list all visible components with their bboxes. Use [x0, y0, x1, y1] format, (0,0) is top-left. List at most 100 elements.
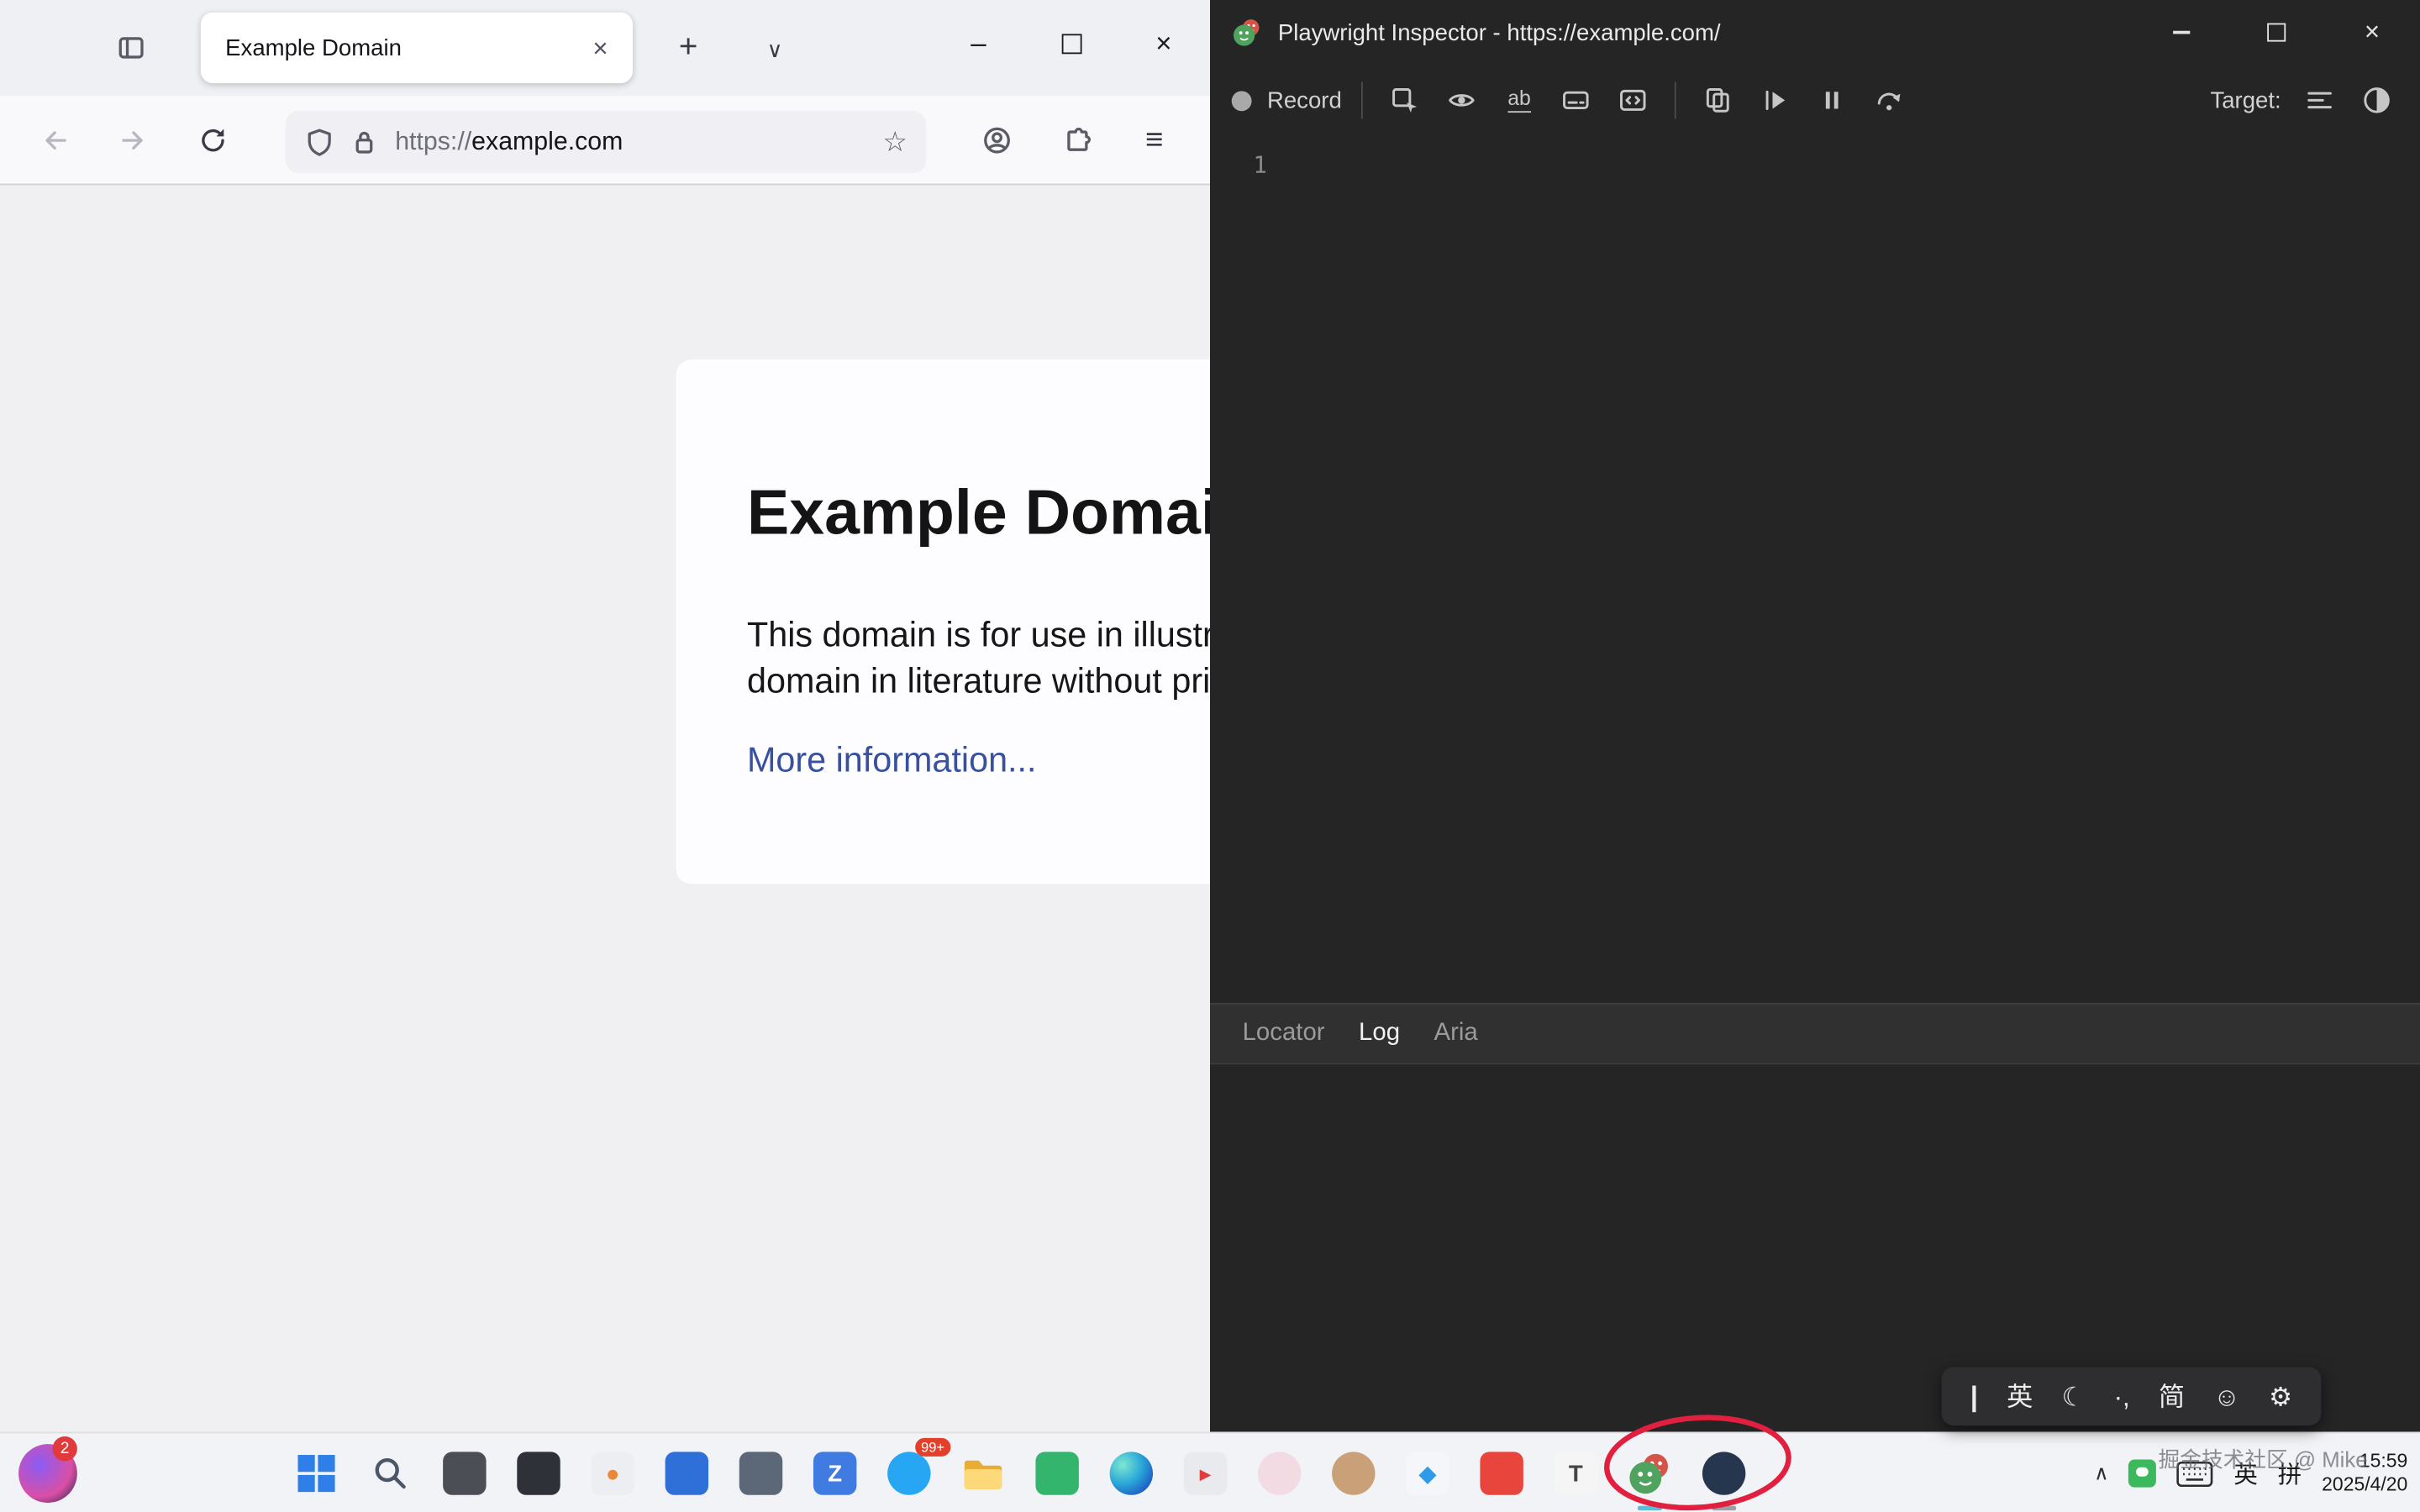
tab-title: Example Domain [225, 34, 587, 60]
inspector-title-bar[interactable]: Playwright Inspector - https://example.c… [1210, 0, 2420, 65]
more-information-link[interactable]: More information... [747, 741, 1037, 781]
example-domain-card: Example Domain This domain is for use in… [676, 360, 1210, 884]
taskbar-icon-app-chat[interactable]: 99+ [878, 1442, 939, 1504]
close-button[interactable]: × [1118, 0, 1210, 87]
assert-value-button[interactable] [1555, 79, 1597, 122]
list-all-tabs-button[interactable]: ∨ [751, 26, 797, 72]
ime-lang-english[interactable]: 英 [2007, 1383, 2033, 1410]
taskbar-icon-app-navy-circle[interactable] [1693, 1442, 1754, 1504]
extensions-puzzle-icon [1062, 125, 1093, 156]
pick-locator-button[interactable] [1383, 79, 1426, 122]
maximize-button[interactable] [1025, 0, 1118, 87]
taskbar-icon-start[interactable] [286, 1442, 347, 1504]
taskbar: 2 ●Z99+▸◆T ∧ 英 拼 15:59 2025/4/20 掘金技术社区 … [0, 1431, 2420, 1512]
taskbar-icon-app-red[interactable] [1470, 1442, 1532, 1504]
taskbar-icon-app-blue-z[interactable]: Z [804, 1442, 865, 1504]
browser-tab[interactable]: Example Domain × [201, 13, 633, 83]
ime-emoji-icon[interactable]: ☺ [2213, 1383, 2240, 1410]
tray-messaging-icon[interactable] [2129, 1460, 2157, 1488]
taskbar-icon-app-dark[interactable] [508, 1442, 569, 1504]
taskbar-icon-app-player[interactable]: ▸ [1175, 1442, 1236, 1504]
back-button[interactable] [34, 118, 76, 161]
windows-logo-icon [297, 1455, 335, 1493]
record-button[interactable]: Record [1232, 87, 1342, 113]
ime-caret[interactable]: | [1970, 1383, 1978, 1410]
copy-button[interactable] [1697, 79, 1739, 122]
page-heading: Example Domain [747, 477, 1210, 549]
taskbar-icon-app-gray[interactable] [434, 1442, 495, 1504]
account-button[interactable] [976, 118, 1018, 161]
taskbar-icon-playwright[interactable] [1619, 1442, 1681, 1504]
tray-language-pinyin[interactable]: 拼 [2278, 1457, 2302, 1490]
system-tray: ∧ 英 拼 15:59 2025/4/20 [2094, 1433, 2407, 1512]
inspector-source-area[interactable]: 1 [1210, 136, 2420, 1003]
taskbar-icon-file-explorer[interactable] [952, 1442, 1013, 1504]
inspector-title: Playwright Inspector - https://example.c… [1278, 19, 1721, 45]
url-bar[interactable]: https://example.com ☆ [286, 111, 926, 172]
assert-visibility-button[interactable] [1440, 79, 1483, 122]
ime-settings-gear-icon[interactable]: ⚙ [2269, 1383, 2292, 1410]
back-arrow-icon [40, 125, 71, 156]
lock-icon[interactable] [349, 127, 380, 158]
taskbar-icon-app-blue-calendar[interactable] [656, 1442, 718, 1504]
assert-text-button[interactable]: ab [1497, 79, 1540, 122]
edge-browser-icon [1110, 1452, 1153, 1494]
inspector-minimize-button[interactable] [2133, 0, 2228, 65]
inspector-close-button[interactable]: × [2324, 0, 2420, 65]
ime-punctuation-icon[interactable]: ·, [2114, 1383, 2130, 1410]
tray-chevron-up-icon[interactable]: ∧ [2094, 1461, 2108, 1485]
target-language-button[interactable] [2298, 79, 2341, 122]
app-navy-circle-icon [1702, 1452, 1745, 1494]
assert-snapshot-button[interactable] [1612, 79, 1655, 122]
taskbar-icon-app-tan[interactable] [1323, 1442, 1384, 1504]
app-dark-icon [517, 1452, 560, 1494]
taskbar-icon-app-slate[interactable] [730, 1442, 792, 1504]
taskbar-icon-app-white-blue[interactable]: ◆ [1397, 1442, 1458, 1504]
playwright-masks-icon [1627, 1451, 1673, 1497]
resume-button[interactable] [1754, 79, 1797, 122]
taskbar-icon-app-cat-light[interactable] [1249, 1442, 1310, 1504]
taskbar-icon-edge[interactable] [1101, 1442, 1162, 1504]
pause-button[interactable] [1811, 79, 1854, 122]
tab-aria[interactable]: Aria [1417, 1020, 1495, 1047]
tab-log[interactable]: Log [1342, 1020, 1417, 1047]
minimize-button[interactable]: – [932, 0, 1024, 87]
extensions-button[interactable] [1055, 118, 1098, 161]
app-white-blue-icon: ◆ [1406, 1452, 1449, 1494]
running-app-indicator [1638, 1506, 1662, 1511]
firefox-tab-strip: Example Domain × + ∨ – × [0, 0, 1210, 97]
inspector-toolbar: Record ab [1210, 65, 2420, 135]
step-over-button[interactable] [1868, 79, 1911, 122]
forward-button[interactable] [111, 118, 154, 161]
value-box-icon [1561, 85, 1592, 116]
ime-halfwidth-moon-icon[interactable]: ☾ [2061, 1383, 2085, 1410]
theme-toggle-button[interactable] [2355, 79, 2398, 122]
taskbar-icon-typora[interactable]: T [1545, 1442, 1607, 1504]
url-text[interactable]: https://example.com [395, 128, 882, 157]
reload-button[interactable] [192, 118, 234, 161]
ime-simplified[interactable]: 简 [2159, 1383, 2185, 1410]
ab-text-icon: ab [1507, 88, 1531, 113]
inspector-maximize-button[interactable] [2228, 0, 2324, 65]
taskbar-icon-app-green[interactable] [1026, 1442, 1087, 1504]
menu-button[interactable]: ≡ [1133, 118, 1176, 161]
taskbar-icon-app-light-camera[interactable]: ● [581, 1442, 643, 1504]
bookmark-star-icon[interactable]: ☆ [882, 126, 908, 159]
new-tab-button[interactable]: + [664, 24, 713, 73]
tray-date: 2025/4/20 [2322, 1473, 2407, 1497]
record-label: Record [1267, 87, 1342, 113]
shield-icon[interactable] [304, 127, 335, 158]
tab-close-icon[interactable]: × [587, 32, 614, 65]
avatar-notification-badge: 2 [52, 1436, 76, 1461]
taskbar-icon-search[interactable] [360, 1442, 421, 1504]
file-explorer-folder-icon [960, 1453, 1006, 1494]
firefox-view-button[interactable] [108, 24, 155, 71]
tray-language-english[interactable]: 英 [2233, 1457, 2257, 1490]
tray-clock[interactable]: 15:59 2025/4/20 [2322, 1451, 2407, 1497]
tab-locator[interactable]: Locator [1225, 1020, 1341, 1047]
toolbar-separator [1676, 81, 1677, 118]
tray-keyboard-icon[interactable] [2176, 1460, 2213, 1486]
list-lines-icon [2304, 85, 2335, 116]
eye-icon [1447, 85, 1478, 116]
tray-time: 15:59 [2322, 1451, 2407, 1474]
